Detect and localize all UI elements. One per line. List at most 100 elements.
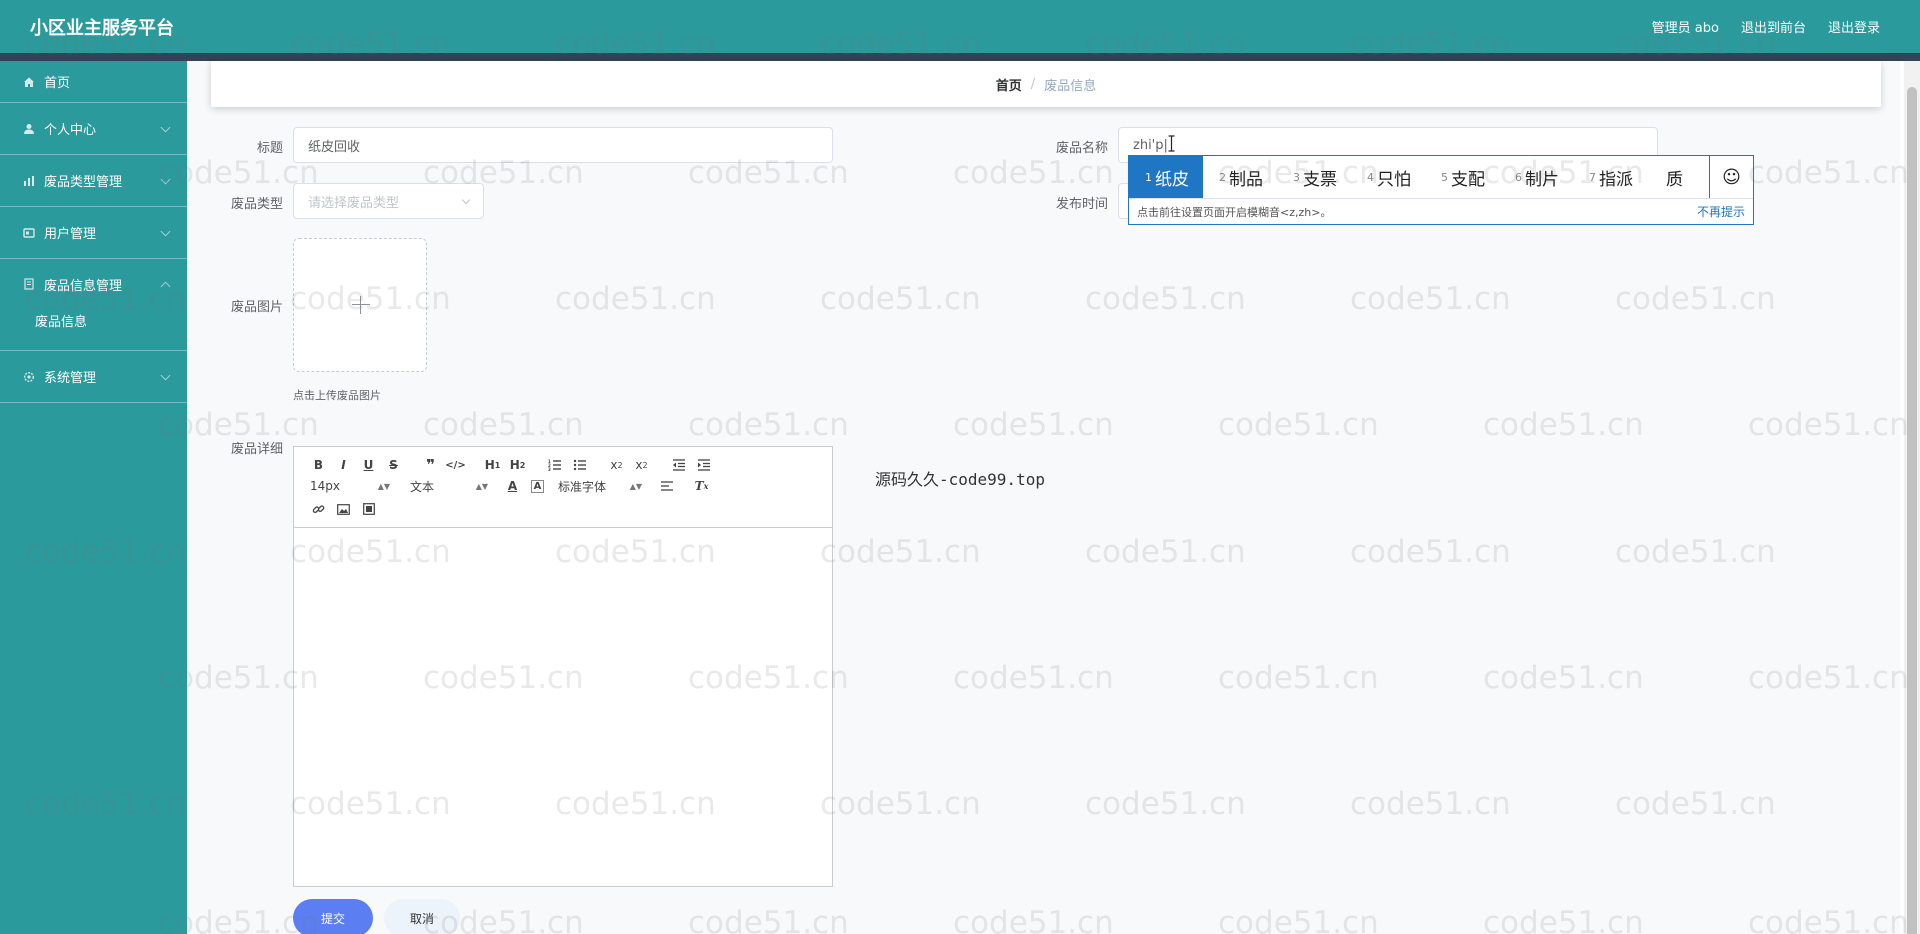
sidebar-item-label: 废品信息管理: [44, 278, 123, 294]
watermark-text: code51.cn: [555, 281, 716, 317]
heading-1-icon[interactable]: H1: [480, 455, 505, 475]
italic-icon[interactable]: I: [331, 455, 356, 475]
watermark-text: code51.cn: [1350, 786, 1511, 822]
watermark-text: code51.cn: [1615, 786, 1776, 822]
underline-icon[interactable]: U: [356, 455, 381, 475]
updown-icon: ▲▼: [629, 481, 642, 491]
ime-candidate-text: 制品: [1229, 169, 1263, 190]
bullet-list-icon[interactable]: [567, 455, 592, 475]
top-header: 小区业主服务平台 管理员 abo 退出到前台 退出登录: [0, 0, 1920, 53]
watermark-text: code51.cn: [1350, 534, 1511, 570]
image-icon[interactable]: [331, 499, 356, 519]
sidebar-item-profile[interactable]: 个人中心: [0, 103, 187, 155]
waste-type-select[interactable]: 请选择废品类型: [293, 183, 484, 219]
editor-content-area[interactable]: [294, 528, 832, 886]
font-color-icon[interactable]: A: [500, 476, 525, 496]
chevron-down-icon: [160, 122, 171, 133]
logout-link[interactable]: 退出登录: [1828, 17, 1880, 36]
header-stripe: [0, 53, 1920, 61]
title-label: 标题: [256, 141, 283, 156]
user-icon: [22, 122, 36, 136]
breadcrumb-home[interactable]: 首页: [996, 75, 1022, 94]
image-upload-box[interactable]: [293, 238, 427, 372]
submit-button[interactable]: 提交: [293, 899, 373, 934]
sidebar-subitem-waste-info[interactable]: 废品信息: [0, 309, 187, 351]
emoji-icon[interactable]: ☺: [1709, 156, 1753, 198]
home-icon: [22, 75, 36, 89]
text-cursor-icon: [1167, 135, 1176, 152]
strikethrough-icon[interactable]: S: [381, 455, 406, 475]
subscript-icon[interactable]: x2: [604, 455, 629, 475]
bold-icon[interactable]: B: [306, 455, 331, 475]
app-title: 小区业主服务平台: [30, 18, 174, 39]
code-block-icon[interactable]: </>: [443, 455, 468, 475]
sidebar-item-label: 个人中心: [44, 123, 97, 138]
vertical-scrollbar[interactable]: [1904, 61, 1920, 934]
background-color-icon[interactable]: A: [531, 479, 544, 493]
header-picker[interactable]: 文本 ▲▼: [404, 476, 492, 496]
scrollbar-thumb[interactable]: [1907, 87, 1917, 934]
ime-candidate-number: 1: [1145, 170, 1152, 184]
link-icon[interactable]: [306, 499, 331, 519]
ime-candidate-number: 3: [1293, 170, 1300, 184]
outdent-icon[interactable]: [666, 455, 691, 475]
superscript-icon[interactable]: x2: [629, 455, 654, 475]
svg-text:3: 3: [548, 467, 551, 471]
align-icon[interactable]: [654, 476, 679, 496]
sidebar-item-system[interactable]: 系统管理: [0, 351, 187, 403]
admin-user-label: 管理员 abo: [1651, 21, 1719, 36]
ime-dismiss-link[interactable]: 不再提示: [1697, 203, 1745, 220]
ime-candidate-text: 指派: [1599, 169, 1633, 190]
font-size-value: 14px: [310, 479, 340, 493]
waste-name-input-value: zhi'p|: [1133, 137, 1168, 153]
ime-candidate-text: 支配: [1451, 169, 1485, 190]
sidebar-item-home[interactable]: 首页: [0, 61, 187, 103]
ime-candidate[interactable]: 6 制片: [1499, 156, 1573, 198]
ime-candidate[interactable]: 质: [1647, 156, 1697, 198]
ime-hint-text[interactable]: 点击前往设置页面开启模糊音<z,zh>。: [1137, 204, 1331, 220]
waste-image-label: 废品图片: [230, 300, 283, 315]
ime-candidate[interactable]: 7 指派: [1573, 156, 1647, 198]
ime-hint-bar: 点击前往设置页面开启模糊音<z,zh>。 不再提示: [1129, 198, 1753, 224]
editor-toolbar: B I U S ❞ </> H1 H2 123 x2 x2 14px ▲▼ 文本…: [294, 447, 832, 528]
heading-2-icon[interactable]: H2: [505, 455, 530, 475]
ime-candidate[interactable]: 2 制品: [1203, 156, 1277, 198]
watermark-text: code51.cn: [953, 407, 1114, 443]
ime-candidate-text: 制片: [1525, 169, 1559, 190]
font-family-picker[interactable]: 标准字体 ▲▼: [558, 476, 646, 496]
publish-time-label: 发布时间: [1055, 197, 1108, 212]
ime-candidate[interactable]: 4 只怕: [1351, 156, 1425, 198]
breadcrumb-current: 废品信息: [1044, 78, 1097, 94]
header-links: 管理员 abo 退出到前台 退出登录: [1652, 17, 1880, 36]
ime-candidate-text: 只怕: [1377, 169, 1411, 190]
blockquote-icon[interactable]: ❞: [418, 455, 443, 475]
sidebar-item-users[interactable]: 用户管理: [0, 207, 187, 259]
watermark-text: code51.cn: [1748, 660, 1909, 696]
title-input[interactable]: 纸皮回收: [293, 127, 833, 163]
cancel-button[interactable]: 取消: [384, 899, 460, 934]
exit-to-front-link[interactable]: 退出到前台: [1741, 17, 1806, 36]
rich-text-editor: B I U S ❞ </> H1 H2 123 x2 x2 14px ▲▼ 文本…: [293, 446, 833, 887]
font-size-picker[interactable]: 14px ▲▼: [306, 476, 394, 496]
watermark-text: code51.cn: [820, 281, 981, 317]
ordered-list-icon[interactable]: 123: [542, 455, 567, 475]
sidebar-item-label: 首页: [44, 76, 71, 91]
chevron-down-icon: [160, 174, 171, 185]
watermark-text: code51.cn: [953, 905, 1114, 934]
clear-format-icon[interactable]: Tx: [689, 476, 714, 496]
video-icon[interactable]: [356, 499, 381, 519]
indent-icon[interactable]: [691, 455, 716, 475]
ime-candidate[interactable]: 5 支配: [1425, 156, 1499, 198]
waste-type-placeholder: 请选择废品类型: [308, 195, 400, 211]
watermark-text: code51.cn: [1350, 281, 1511, 317]
ime-candidate[interactable]: 3 支票: [1277, 156, 1351, 198]
sidebar-item-label: 系统管理: [44, 371, 97, 386]
sidebar-item-label: 用户管理: [44, 227, 97, 242]
sidebar-item-waste-info[interactable]: 废品信息管理: [0, 259, 187, 309]
ime-candidate[interactable]: 1 纸皮: [1129, 156, 1203, 198]
sidebar-item-label: 废品类型管理: [44, 175, 123, 190]
watermark-text: code51.cn: [1748, 407, 1909, 443]
ime-candidate-number: 5: [1441, 170, 1448, 184]
watermark-text: code51.cn: [1483, 905, 1644, 934]
sidebar-item-waste-type[interactable]: 废品类型管理: [0, 155, 187, 207]
